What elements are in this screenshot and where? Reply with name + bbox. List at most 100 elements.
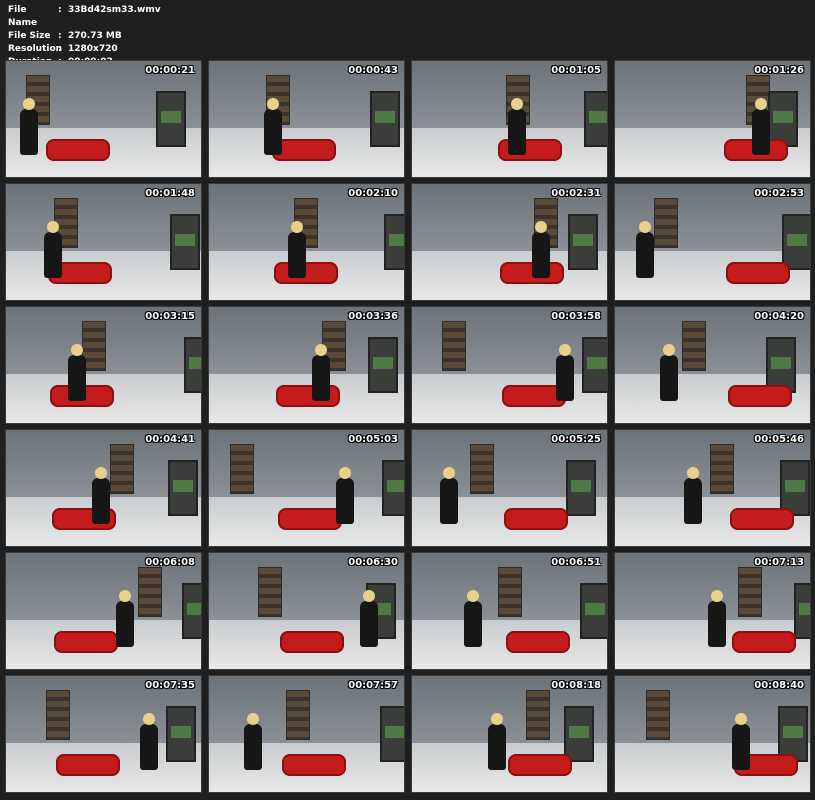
scene-shelf [498,567,522,617]
scene-figure [732,631,796,653]
video-thumbnail[interactable]: 00:06:51 [411,552,608,670]
scene-figure [508,98,526,155]
thumbnail-timestamp: 00:01:26 [754,65,804,76]
video-thumbnail[interactable]: 00:05:25 [411,429,608,547]
scene-cart [184,337,201,393]
scene-shelf [682,321,706,371]
file-size-value: 270.73 MB [68,31,122,41]
thumbnail-timestamp: 00:04:20 [754,311,804,322]
scene-figure [276,385,340,407]
thumbnail-timestamp: 00:06:30 [348,557,398,568]
scene-figure [274,262,338,284]
scene-shelf [46,690,70,740]
video-thumbnail[interactable]: 00:07:57 [208,675,405,793]
thumbnail-timestamp: 00:01:05 [551,65,601,76]
video-thumbnail[interactable]: 00:03:15 [5,306,202,424]
scene-shelf [138,567,162,617]
video-thumbnail[interactable]: 00:08:40 [614,675,811,793]
video-thumbnail[interactable]: 00:00:21 [5,60,202,178]
separator: : [58,5,62,15]
thumbnail-timestamp: 00:06:08 [145,557,195,568]
thumbnail-timestamp: 00:05:03 [348,434,398,445]
video-thumbnail[interactable]: 00:01:48 [5,183,202,301]
file-name-value: 33Bd42sm33.wmv [68,5,161,15]
video-thumbnail[interactable]: 00:04:41 [5,429,202,547]
scene-figure [44,221,62,278]
thumbnail-timestamp: 00:08:18 [551,680,601,691]
resolution-row: Resolution : 1280x720 [8,43,161,56]
video-thumbnail[interactable]: 00:03:36 [208,306,405,424]
video-thumbnail[interactable]: 00:07:35 [5,675,202,793]
scene-cart [168,460,198,516]
scene-cart [568,214,598,270]
scene-shelf [442,321,466,371]
file-size-row: File Size : 270.73 MB [8,30,161,43]
scene-cart [380,706,404,762]
separator: : [58,44,62,54]
thumbnail-timestamp: 00:07:35 [145,680,195,691]
video-thumbnail[interactable]: 00:06:30 [208,552,405,670]
video-thumbnail[interactable]: 00:02:31 [411,183,608,301]
scene-cart [794,583,810,639]
scene-figure [92,467,110,524]
scene-figure [282,754,346,776]
thumbnail-timestamp: 00:02:10 [348,188,398,199]
video-thumbnail[interactable]: 00:04:20 [614,306,811,424]
video-thumbnail[interactable]: 00:05:03 [208,429,405,547]
video-thumbnail[interactable]: 00:06:08 [5,552,202,670]
scene-shelf [258,567,282,617]
scene-cart [382,460,404,516]
video-thumbnail[interactable]: 00:01:05 [411,60,608,178]
scene-figure [532,221,550,278]
thumbnail-timestamp: 00:02:53 [754,188,804,199]
video-thumbnail[interactable]: 00:02:10 [208,183,405,301]
scene-figure [660,344,678,401]
scene-shelf [526,690,550,740]
video-thumbnail[interactable]: 00:00:43 [208,60,405,178]
scene-figure [140,713,158,770]
thumbnail-timestamp: 00:07:13 [754,557,804,568]
scene-figure [56,754,120,776]
scene-figure [46,139,110,161]
scene-cart [384,214,404,270]
scene-shelf [230,444,254,494]
scene-figure [506,631,570,653]
video-thumbnail[interactable]: 00:03:58 [411,306,608,424]
scene-shelf [286,690,310,740]
thumbnail-timestamp: 00:00:43 [348,65,398,76]
video-thumbnail[interactable]: 00:08:18 [411,675,608,793]
scene-cart [170,214,200,270]
thumbnail-timestamp: 00:03:15 [145,311,195,322]
thumbnail-timestamp: 00:08:40 [754,680,804,691]
scene-figure [636,221,654,278]
scene-cart [584,91,607,147]
scene-shelf [470,444,494,494]
scene-figure [20,98,38,155]
resolution-label: Resolution [8,44,63,54]
scene-figure [336,467,354,524]
scene-cart [368,337,398,393]
video-thumbnail[interactable]: 00:05:46 [614,429,811,547]
scene-cart [782,214,810,270]
scene-figure [728,385,792,407]
scene-figure [684,467,702,524]
thumbnail-timestamp: 00:07:57 [348,680,398,691]
scene-figure [732,713,750,770]
scene-figure [708,590,726,647]
scene-shelf [710,444,734,494]
scene-shelf [110,444,134,494]
scene-shelf [646,690,670,740]
scene-shelf [738,567,762,617]
scene-figure [508,754,572,776]
scene-figure [244,713,262,770]
scene-figure [68,344,86,401]
scene-cart [580,583,607,639]
scene-figure [556,344,574,401]
video-thumbnail[interactable]: 00:07:13 [614,552,811,670]
video-thumbnail[interactable]: 00:01:26 [614,60,811,178]
video-thumbnail[interactable]: 00:02:53 [614,183,811,301]
scene-figure [264,98,282,155]
scene-figure [360,590,378,647]
scene-figure [440,467,458,524]
thumbnail-timestamp: 00:05:46 [754,434,804,445]
